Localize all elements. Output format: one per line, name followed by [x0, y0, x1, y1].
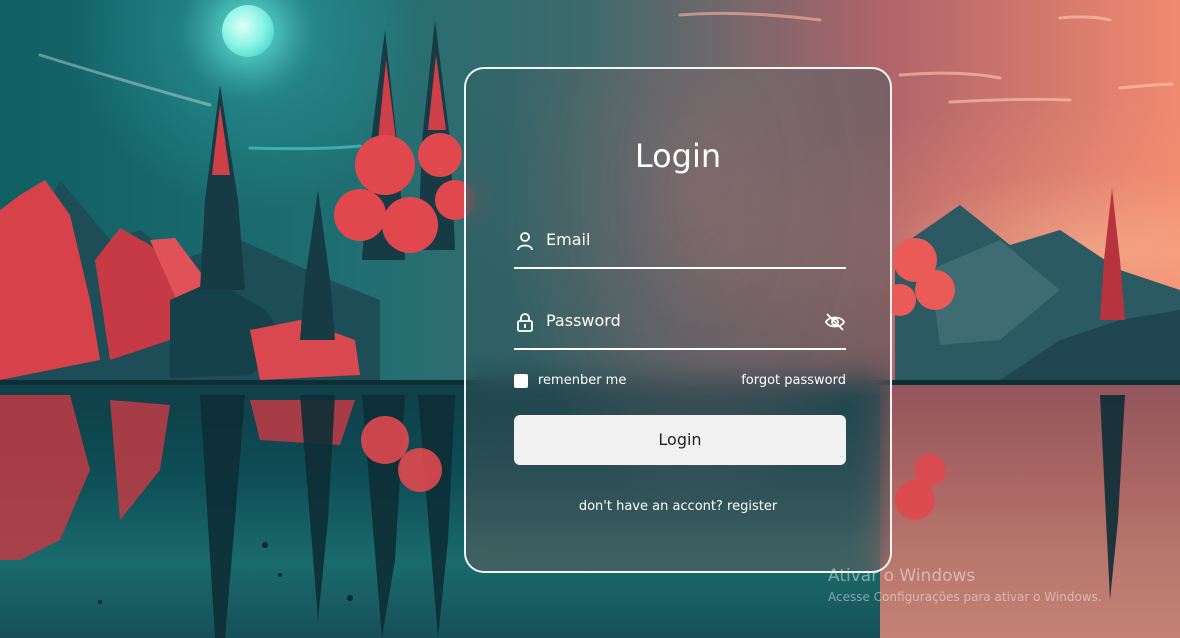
- eye-off-icon[interactable]: [824, 311, 846, 333]
- remember-forgot-row: remenber me forgot password: [514, 372, 846, 392]
- watermark-subtitle: Acesse Configurações para ativar o Windo…: [828, 590, 1102, 604]
- remember-label[interactable]: remenber me: [538, 373, 626, 388]
- login-button[interactable]: Login: [514, 415, 846, 465]
- watermark-title: Ativar o Windows: [828, 566, 976, 586]
- background-scene: Login Email Password remenber me forgot …: [0, 0, 1180, 638]
- register-link[interactable]: don't have an accont? register: [466, 499, 890, 514]
- lock-icon: [517, 313, 533, 332]
- remember-checkbox[interactable]: [514, 374, 528, 388]
- password-field[interactable]: Password: [514, 298, 846, 350]
- forgot-password-link[interactable]: forgot password: [741, 373, 846, 388]
- email-field[interactable]: Email: [514, 217, 846, 269]
- login-title: Login: [634, 137, 722, 175]
- user-icon: [517, 232, 533, 251]
- windows-activation-watermark: Ativar o Windows Acesse Configurações pa…: [828, 566, 1102, 604]
- email-label: Email: [546, 230, 591, 249]
- login-card: Login Email Password remenber me forgot …: [464, 67, 892, 573]
- password-label: Password: [546, 311, 621, 330]
